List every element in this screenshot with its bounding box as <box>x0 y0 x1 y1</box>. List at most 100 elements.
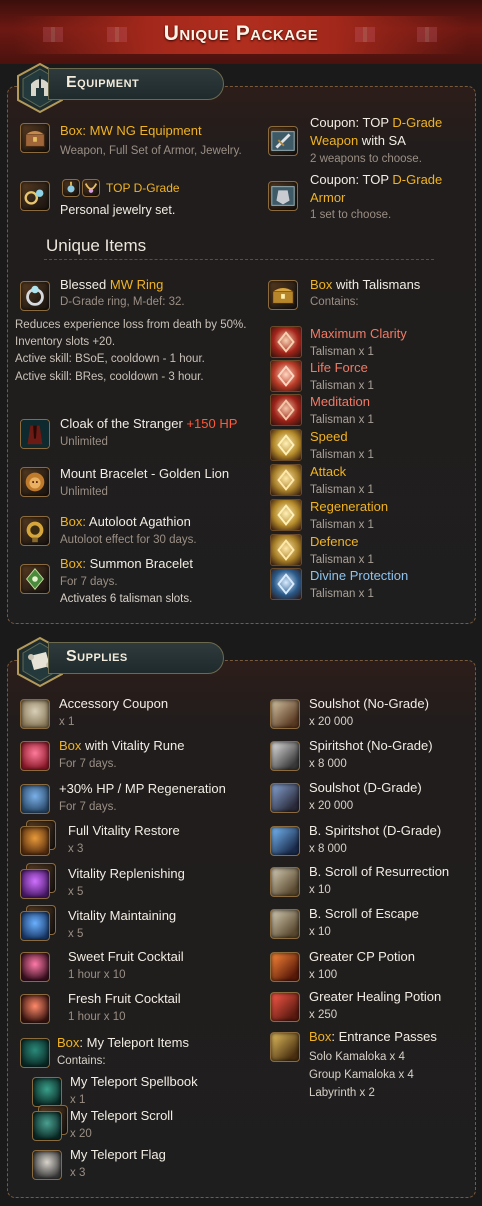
talisman-name: Defence <box>310 534 359 549</box>
supply-item-name: Box with Vitality Rune <box>59 738 185 753</box>
talisman-qty: Talisman x 1 <box>310 588 374 600</box>
mount-title: Mount Bracelet - Golden Lion <box>60 466 230 481</box>
supply-item-sub: x 10 <box>309 884 331 896</box>
supply-item-name: Soulshot (No-Grade) <box>309 696 429 711</box>
talisman-qty: Talisman x 1 <box>310 484 374 496</box>
talisman-icon <box>270 499 302 531</box>
chest-icon <box>20 123 50 153</box>
supply-item-sub: x 250 <box>309 1009 338 1021</box>
talisman-qty: Talisman x 1 <box>310 346 374 358</box>
ring-icon <box>20 281 50 311</box>
supply-item-sub: x 10 <box>309 926 331 938</box>
resurrection-scroll-icon <box>270 867 300 897</box>
cloak-sub: Unlimited <box>60 436 108 448</box>
supply-item-sub: x 5 <box>68 886 84 898</box>
supply-item-sub: x 20 <box>70 1128 92 1140</box>
cocktail-icon <box>20 952 50 982</box>
talisman-name: Speed <box>310 429 348 444</box>
unique-items-title: Unique Items <box>46 236 147 255</box>
talisman-chest-icon <box>268 280 298 310</box>
supply-item-sub: 1 hour x 10 <box>68 969 126 981</box>
bracelet-icon <box>20 564 50 594</box>
healing-potion-icon <box>270 992 300 1022</box>
talisman-icon <box>270 326 302 358</box>
supply-item-name: Sweet Fruit Cocktail <box>68 949 184 964</box>
supply-item-name: B. Scroll of Resurrection <box>309 864 450 879</box>
supply-item-sub: Contains: <box>57 1055 106 1067</box>
spiritshot-icon <box>270 741 300 771</box>
ring-desc-3: Active skill: BSoE, cooldown - 1 hour. <box>15 353 205 365</box>
supply-item-sub: 1 hour x 10 <box>68 1011 126 1023</box>
book-box-icon <box>20 1038 50 1068</box>
equipment-title: Equipment <box>66 74 140 91</box>
equipment-header: Equipment <box>14 62 224 114</box>
earring-icon <box>62 179 80 197</box>
ring-sub: D-Grade ring, M-def: 32. <box>60 296 185 308</box>
top-d-title: TOP D-Grade <box>106 181 180 195</box>
potion-icon <box>20 869 50 899</box>
talisman-qty: Talisman x 1 <box>310 554 374 566</box>
necklace-icon <box>82 179 100 197</box>
supply-item-name: Full Vitality Restore <box>68 823 180 838</box>
talisman-qty: Talisman x 1 <box>310 414 374 426</box>
supply-item-sub: x 100 <box>309 969 338 981</box>
talisman-name: Attack <box>310 464 347 479</box>
agathion-sub: Autoloot effect for 30 days. <box>60 534 197 546</box>
supply-item-sub: x 1 <box>70 1094 86 1106</box>
talisman-name: Meditation <box>310 394 370 409</box>
supply-item-name: Box: Entrance Passes <box>309 1029 437 1044</box>
supply-item-sub: x 20 000 <box>309 716 354 728</box>
cloak-title: Cloak of the Stranger +150 HP <box>60 416 238 431</box>
supply-item-name: Greater CP Potion <box>309 949 415 964</box>
coupon-weapon-line1: Coupon: TOP D-Grade <box>310 115 443 130</box>
talisman-icon <box>270 394 302 426</box>
agathion-title: Box: Autoloot Agathion <box>60 514 191 529</box>
talisman-qty: Talisman x 1 <box>310 449 374 461</box>
supply-item-name: Vitality Replenishing <box>68 866 185 881</box>
coupon-weapon-line2: Weapon with SA <box>310 133 406 148</box>
regen-icon <box>20 784 50 814</box>
supply-item-sub: x 8 000 <box>309 758 347 770</box>
talisman-icon <box>270 360 302 392</box>
armor-coupon-icon <box>268 181 298 211</box>
ring-desc-4: Active skill: BRes, cooldown - 3 hour. <box>15 371 204 383</box>
soulshot-icon <box>270 783 300 813</box>
pass-item: Solo Kamaloka x 4 <box>309 1051 405 1063</box>
coupon-icon <box>20 699 50 729</box>
supplies-header: Supplies <box>14 636 224 688</box>
mount-sub: Unlimited <box>60 486 108 498</box>
pass-item: Labyrinth x 2 <box>309 1087 375 1099</box>
talisman-icon <box>270 464 302 496</box>
supply-item-name: +30% HP / MP Regeneration <box>59 781 226 796</box>
supply-item-name: Box: My Teleport Items <box>57 1035 189 1050</box>
talisman-name: Divine Protection <box>310 568 409 583</box>
agathion-icon <box>20 516 50 546</box>
supplies-title: Supplies <box>66 648 128 665</box>
supply-item-name: B. Scroll of Escape <box>309 906 419 921</box>
talisman-box-title: Box with Talismans <box>310 277 421 292</box>
weapon-coupon-icon <box>268 126 298 156</box>
lion-icon <box>20 467 50 497</box>
supply-item-sub: x 20 000 <box>309 800 354 812</box>
talisman-name: Maximum Clarity <box>310 326 407 341</box>
talisman-qty: Talisman x 1 <box>310 519 374 531</box>
talisman-icon <box>270 534 302 566</box>
bracelet-sub2: Activates 6 talisman slots. <box>60 593 193 605</box>
spellbook-icon <box>32 1077 62 1107</box>
supply-item-name: My Teleport Flag <box>70 1147 166 1162</box>
box-ng-sub: Weapon, Full Set of Armor, Jewelry. <box>60 145 242 157</box>
cocktail-icon <box>20 994 50 1024</box>
bracelet-sub: For 7 days. <box>60 576 118 588</box>
soulshot-icon <box>270 699 300 729</box>
unique-items-divider <box>44 259 434 260</box>
potion-icon <box>20 911 50 941</box>
supply-item-name: Accessory Coupon <box>59 696 169 711</box>
supply-item-name: B. Spiritshot (D-Grade) <box>309 823 442 838</box>
coupon-armor-sub: 1 set to choose. <box>310 209 392 221</box>
supply-item-sub: x 1 <box>59 716 75 728</box>
cp-potion-icon <box>270 952 300 982</box>
flag-icon <box>32 1150 62 1180</box>
top-d-sub: Personal jewelry set. <box>60 203 176 217</box>
cloak-icon <box>20 419 50 449</box>
supply-item-sub: x 3 <box>68 843 84 855</box>
